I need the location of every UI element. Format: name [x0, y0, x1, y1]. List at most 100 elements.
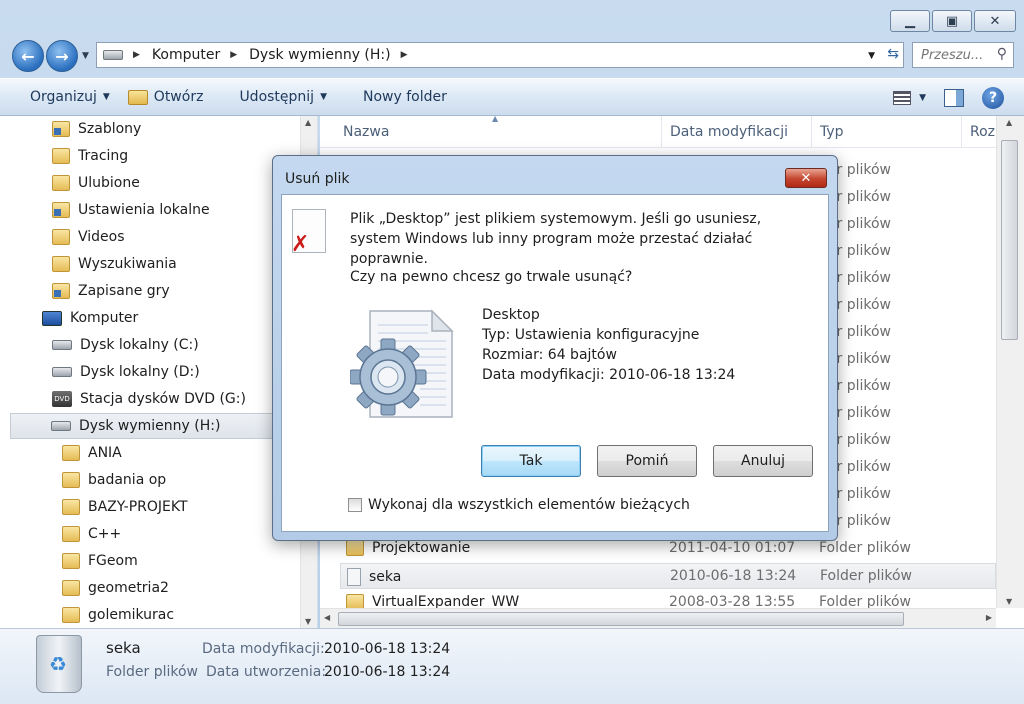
- details-modified-value: 2010-06-18 13:24: [324, 641, 451, 657]
- details-created-label: Data utworzenia:: [206, 664, 327, 680]
- nav-item-drive-h[interactable]: Dysk wymienny (H:): [10, 413, 300, 439]
- address-dropdown-icon[interactable]: ▼: [868, 51, 875, 61]
- horizontal-scrollbar[interactable]: ◀ ▶: [320, 608, 996, 628]
- toolbar-right: ▼ ?: [893, 87, 1004, 109]
- new-folder-button[interactable]: Nowy folder: [345, 89, 465, 105]
- navigation-pane: Szablony Tracing Ulubione Ustawienia lok…: [0, 116, 318, 628]
- dialog-close-button[interactable]: ✕: [785, 168, 827, 188]
- forward-button[interactable]: →: [46, 40, 78, 72]
- folder-icon: [52, 256, 70, 272]
- search-icon[interactable]: ⚲: [997, 46, 1007, 62]
- search-input[interactable]: [921, 47, 991, 63]
- back-button[interactable]: ←: [12, 40, 44, 72]
- file-icon: [347, 568, 361, 586]
- folder-icon: [52, 229, 70, 245]
- dvd-icon: DVD: [52, 391, 72, 407]
- column-header-modified[interactable]: Data modyfikacji: [662, 116, 812, 148]
- arrow-right-icon: →: [55, 46, 69, 66]
- nav-item-drive-c[interactable]: Dysk lokalny (C:): [52, 332, 199, 358]
- file-info-size: Rozmiar: 64 bajtów: [482, 347, 617, 363]
- nav-item-dvd-g[interactable]: DVD Stacja dysków DVD (G:): [52, 386, 246, 412]
- drive-icon: [52, 367, 72, 377]
- nav-item-szablony[interactable]: Szablony: [52, 116, 141, 142]
- view-options-icon[interactable]: [893, 91, 912, 105]
- apply-to-all-option[interactable]: Wykonaj dla wszystkich elementów bieżący…: [348, 497, 690, 513]
- yes-button[interactable]: Tak: [481, 445, 581, 477]
- history-dropdown-icon[interactable]: ▼: [82, 51, 89, 61]
- nav-item-bazy-projekt[interactable]: BAZY-PROJEKT: [62, 494, 188, 520]
- scroll-thumb[interactable]: [1001, 140, 1018, 340]
- config-file-gear-icon: [350, 309, 454, 418]
- nav-item-cpp[interactable]: C++: [62, 521, 121, 547]
- nav-item-tracing[interactable]: Tracing: [52, 143, 128, 169]
- file-info: Desktop Typ: Ustawienia konfiguracyjne R…: [482, 305, 735, 385]
- scroll-down-icon[interactable]: ▼: [1006, 597, 1012, 606]
- nav-item-drive-d[interactable]: Dysk lokalny (D:): [52, 359, 200, 385]
- maximize-button[interactable]: ▣: [932, 10, 972, 32]
- nav-item-ustawienia-lokalne[interactable]: Ustawienia lokalne: [52, 197, 210, 223]
- folder-icon: [62, 580, 80, 596]
- open-button[interactable]: Otwórz: [127, 89, 222, 105]
- dropdown-arrow-icon: ▼: [320, 92, 327, 102]
- column-header-name[interactable]: Nazwa: [335, 116, 662, 148]
- dialog-message: Plik „Desktop” jest plikiem systemowym. …: [350, 211, 762, 267]
- file-row[interactable]: seka 2010-06-18 13:24 Folder plików: [340, 563, 996, 589]
- drive-icon: [52, 340, 72, 350]
- nav-item-komputer[interactable]: Komputer: [42, 305, 138, 331]
- help-icon[interactable]: ?: [982, 87, 1004, 109]
- drive-icon: [51, 421, 71, 431]
- details-modified-label: Data modyfikacji:: [202, 641, 325, 657]
- nav-item-ulubione[interactable]: Ulubione: [52, 170, 140, 196]
- nav-item-videos[interactable]: Videos: [52, 224, 125, 250]
- scroll-thumb[interactable]: [338, 612, 904, 626]
- view-dropdown-icon[interactable]: ▼: [919, 93, 926, 103]
- scroll-right-icon[interactable]: ▶: [986, 613, 992, 622]
- nav-item-fgeom[interactable]: FGeom: [62, 548, 138, 574]
- nav-item-badania-op[interactable]: badania op: [62, 467, 166, 493]
- scroll-down-icon[interactable]: ▼: [305, 617, 311, 626]
- scroll-up-icon[interactable]: ▲: [305, 118, 311, 127]
- folder-icon: [52, 175, 70, 191]
- nav-item-wyszukiwania[interactable]: Wyszukiwania: [52, 251, 177, 277]
- chevron-right-icon[interactable]: ▶: [401, 50, 408, 60]
- folder-icon: [62, 553, 80, 569]
- apply-to-all-checkbox[interactable]: [348, 498, 362, 512]
- organize-menu[interactable]: Organizuj ▼: [0, 89, 128, 105]
- nav-item-ania[interactable]: ANIA: [62, 440, 122, 466]
- chevron-right-icon[interactable]: ▶: [133, 50, 140, 60]
- share-menu[interactable]: Udostępnij ▼: [221, 89, 345, 105]
- folder-icon: [52, 148, 70, 164]
- dialog-title: Usuń plik: [285, 171, 350, 187]
- scroll-left-icon[interactable]: ◀: [324, 613, 330, 622]
- computer-icon: [42, 310, 62, 326]
- chevron-right-icon[interactable]: ▶: [230, 50, 237, 60]
- cancel-button[interactable]: Anuluj: [713, 445, 813, 477]
- nav-item-zapisane-gry[interactable]: Zapisane gry: [52, 278, 170, 304]
- skip-button[interactable]: Pomiń: [597, 445, 697, 477]
- scroll-up-icon[interactable]: ▲: [1006, 118, 1012, 127]
- refresh-icon[interactable]: ⇆: [887, 46, 899, 62]
- search-box[interactable]: ⚲: [912, 42, 1014, 68]
- recycle-bin-icon: [36, 635, 82, 693]
- column-header-type[interactable]: Typ: [812, 116, 962, 148]
- close-window-button[interactable]: ✕: [974, 10, 1016, 32]
- address-bar[interactable]: ▶ Komputer ▶ Dysk wymienny (H:) ▶ ▼ ⇆: [96, 42, 904, 68]
- file-info-type: Typ: Ustawienia konfiguracyjne: [482, 327, 700, 343]
- nav-item-geometria2[interactable]: geometria2: [62, 575, 169, 601]
- details-created-value: 2010-06-18 13:24: [324, 664, 451, 680]
- dropdown-arrow-icon: ▼: [102, 92, 110, 102]
- breadcrumb-computer[interactable]: Komputer ▶: [146, 47, 243, 63]
- apply-to-all-label: Wykonaj dla wszystkich elementów bieżący…: [368, 497, 690, 513]
- minimize-button[interactable]: ▁: [890, 10, 930, 32]
- folder-icon: [62, 607, 80, 623]
- preview-pane-icon[interactable]: [944, 89, 964, 107]
- breadcrumb-removable-drive[interactable]: Dysk wymienny (H:) ▶: [243, 47, 413, 63]
- arrow-left-icon: ←: [21, 46, 35, 66]
- sort-ascending-icon: ▲: [492, 116, 499, 123]
- special-folder-icon: [52, 283, 70, 299]
- drive-icon: ▶: [97, 50, 146, 60]
- details-type: Folder plików: [106, 664, 199, 680]
- vertical-scrollbar[interactable]: ▲ ▼: [996, 116, 1024, 608]
- details-name: seka: [106, 639, 141, 657]
- nav-item-golemikurac[interactable]: golemikurac: [62, 602, 174, 628]
